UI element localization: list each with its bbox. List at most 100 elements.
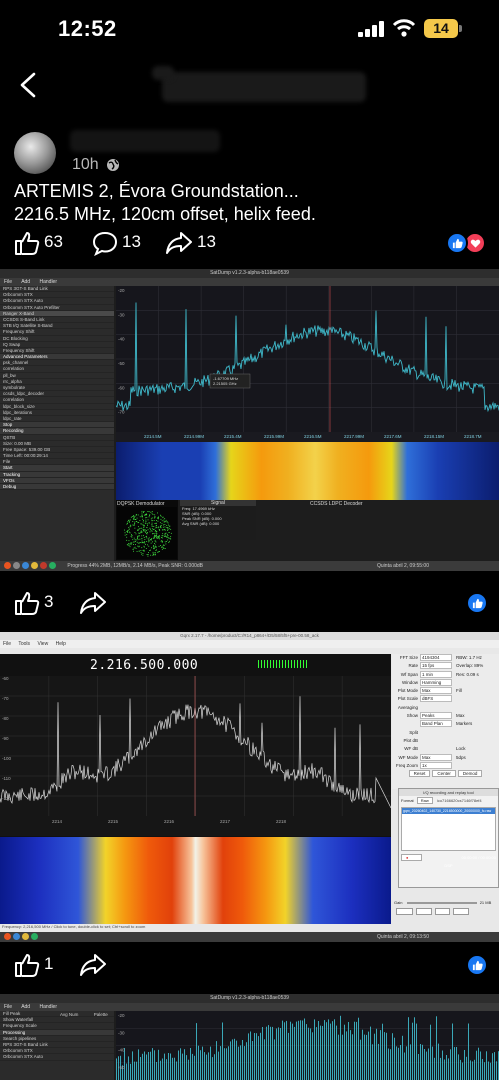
- fft-setting-value[interactable]: dBFS: [420, 695, 452, 703]
- caption-line-1: ARTEMIS 2, Évora Groundstation...: [14, 181, 299, 201]
- sidebar-item[interactable]: Debug: [0, 484, 114, 491]
- menu-handler[interactable]: Handler: [39, 1004, 57, 1010]
- options-row: Avg Num Palette: [60, 1012, 108, 1017]
- y-tick-label: -90: [2, 736, 9, 741]
- freq-tick-label: 2215.4M: [224, 434, 242, 439]
- menu-tools[interactable]: Tools: [18, 641, 30, 647]
- taskbar: Progress 44% 2MB, 12MB/s, 2.14 MB/s, Pea…: [0, 561, 499, 571]
- satdump-screenshot[interactable]: SatDump v1.2.3-alpha-b118ae0539 File Add…: [0, 269, 499, 571]
- fft-setting-row[interactable]: Band Plan Markers: [392, 720, 499, 728]
- share-icon[interactable]: [80, 590, 106, 616]
- fft-setting-value[interactable]: Peaks: [420, 712, 452, 720]
- fft-setting-row[interactable]: Plot Mode Max Fill: [392, 687, 499, 695]
- frequency-display[interactable]: 2.216.500.000: [90, 658, 198, 673]
- sidebar-item[interactable]: Orbcomm STX Auto: [0, 1054, 114, 1061]
- fft-setting-value[interactable]: 1x: [420, 761, 452, 769]
- share-icon[interactable]: [80, 952, 106, 978]
- y-tick-label: -70: [2, 696, 9, 701]
- fft-setting-value[interactable]: 4194304: [420, 654, 452, 661]
- y-tick-label: -30: [118, 1030, 125, 1035]
- pipeline-sidebar: Fill Peak Show Waterfall Frequency Scale Pr…: [0, 1011, 114, 1080]
- like-reaction-icon: [466, 592, 488, 614]
- fft-setting-extra: Markers: [456, 721, 473, 727]
- menu-add[interactable]: Add: [21, 1004, 30, 1010]
- fft-setting-label: Window: [401, 679, 418, 685]
- fft-setting-value[interactable]: 15 fps: [420, 662, 452, 670]
- recording-dialog[interactable]: I/Q recording and replay tool Format Raw…: [398, 788, 499, 888]
- y-tick-label: -20: [118, 288, 125, 293]
- rec-button[interactable]: ● Rec: [401, 854, 422, 861]
- play-button[interactable]: Play: [452, 908, 469, 915]
- fft-panel-button[interactable]: Demod: [457, 770, 483, 778]
- like-icon[interactable]: [14, 230, 40, 256]
- menu-handler[interactable]: Handler: [39, 279, 57, 285]
- freq-tick-label: 2218: [276, 819, 287, 824]
- fft-plot: -20 -30 -40 -50: [116, 1011, 499, 1080]
- fft-setting-row[interactable]: WF Mode Max 5dps: [392, 753, 499, 762]
- waterfall: [0, 837, 391, 924]
- taskbar-clock: Quinta abril 2, 09:55:00: [377, 563, 429, 569]
- gain-slider[interactable]: [406, 901, 477, 904]
- file-list[interactable]: gqrx_20260402_140730_2216500000_20000000…: [401, 807, 496, 851]
- freq-tick-label: 2216: [164, 819, 175, 824]
- menu-file[interactable]: File: [4, 279, 12, 285]
- fft-setting-row[interactable]: Averaging: [392, 704, 499, 712]
- menu-file[interactable]: File: [4, 1004, 12, 1010]
- fft-setting-row[interactable]: Rate 15 fps Overlap: 89%: [392, 662, 499, 670]
- comment-icon[interactable]: [92, 230, 118, 256]
- fft-setting-value[interactable]: Max: [420, 753, 452, 761]
- fft-setting-value[interactable]: 1 min: [420, 670, 452, 678]
- fft-setting-extra: RBW: 1.7 Hz: [456, 655, 482, 660]
- fft-setting-value[interactable]: Max: [420, 687, 452, 695]
- fft-panel-button[interactable]: Reset: [408, 770, 431, 778]
- fft-setting-value[interactable]: Hamming: [420, 678, 452, 686]
- palette-option[interactable]: Palette: [94, 1012, 108, 1017]
- window-title: Gqrx 2.17.7 - /home/product/C:/R14_p864+…: [0, 632, 499, 640]
- menu-add[interactable]: Add: [21, 279, 30, 285]
- like-count: 1: [44, 954, 54, 973]
- fft-setting-row[interactable]: Wf Span 1 min Res: 0.09 s: [392, 670, 499, 679]
- constellation-plot: [117, 507, 177, 559]
- format-select[interactable]: Raw: [416, 797, 433, 804]
- fft-setting-row[interactable]: Window Hamming: [392, 678, 499, 687]
- avg-num-option[interactable]: Avg Num: [60, 1012, 78, 1017]
- fft-setting-row[interactable]: Split: [392, 729, 499, 737]
- taskbar: Quinta abril 2, 09:13:50: [0, 932, 499, 942]
- back-arrow-icon[interactable]: [14, 70, 44, 100]
- y-tick-label: -80: [2, 716, 9, 721]
- y-tick-label: -120: [2, 796, 12, 801]
- status-line: Frequency: 2,216,500 MHz / Click to tune…: [2, 924, 146, 929]
- fft-setting-row[interactable]: Plot Scale dBFS: [392, 695, 499, 703]
- fft-setting-row[interactable]: Freq Zoom 1x: [392, 761, 499, 770]
- lsb-button[interactable]: LSB: [416, 908, 432, 915]
- cellular-signal-icon: [358, 21, 384, 37]
- like-icon[interactable]: [14, 590, 40, 616]
- gqrx-screenshot[interactable]: Gqrx 2.17.7 - /home/product/C:/R14_p864+…: [0, 632, 499, 942]
- share-icon[interactable]: [166, 230, 192, 256]
- satdump-screenshot-2[interactable]: SatDump v1.2.3-alpha-b118ae0539 File Add…: [0, 994, 499, 1080]
- menu-bar: File Add Handler: [0, 278, 499, 286]
- fft-panel-button[interactable]: Center: [432, 770, 456, 778]
- menu-view[interactable]: View: [37, 641, 48, 647]
- caption-line-2: 2216.5 MHz, 120cm offset, helix feed.: [14, 204, 316, 224]
- fft-setting-value[interactable]: Band Plan: [420, 720, 452, 728]
- like-icon[interactable]: [14, 952, 40, 978]
- file-value[interactable]: ico7166620cs7146f78ef4: [437, 798, 482, 803]
- fft-setting-row[interactable]: WF dB Lock: [392, 745, 499, 753]
- menu-help[interactable]: Help: [56, 641, 66, 647]
- fft-setting-row[interactable]: Show Peaks Max: [392, 712, 499, 720]
- menu-file[interactable]: File: [3, 641, 11, 647]
- fft-setting-row[interactable]: FFT Size 4194304 RBW: 1.7 Hz: [392, 654, 499, 662]
- like-count: 3: [44, 592, 54, 611]
- fft-setting-label: Plot Mode: [397, 688, 418, 694]
- signal-panel: Signal Freq: 17.4969 kHz SNR (dB): 0.000…: [180, 500, 256, 540]
- fft-setting-label: Plot dB: [403, 737, 418, 743]
- y-tick-label: -40: [118, 1048, 125, 1053]
- fft-setting-row[interactable]: Plot dB: [392, 737, 499, 745]
- taskbar-progress: Progress 44% 2MB, 12MB/s, 2.14 MB/s, Pea…: [67, 563, 204, 569]
- rec-toggle[interactable]: Rec: [434, 908, 450, 915]
- freq-tick-label: 2214.5M: [144, 434, 162, 439]
- selected-file[interactable]: gqrx_20260402_140730_2216500000_20000000…: [402, 808, 495, 814]
- avatar[interactable]: [14, 132, 56, 174]
- mute-button[interactable]: Mute: [396, 908, 413, 915]
